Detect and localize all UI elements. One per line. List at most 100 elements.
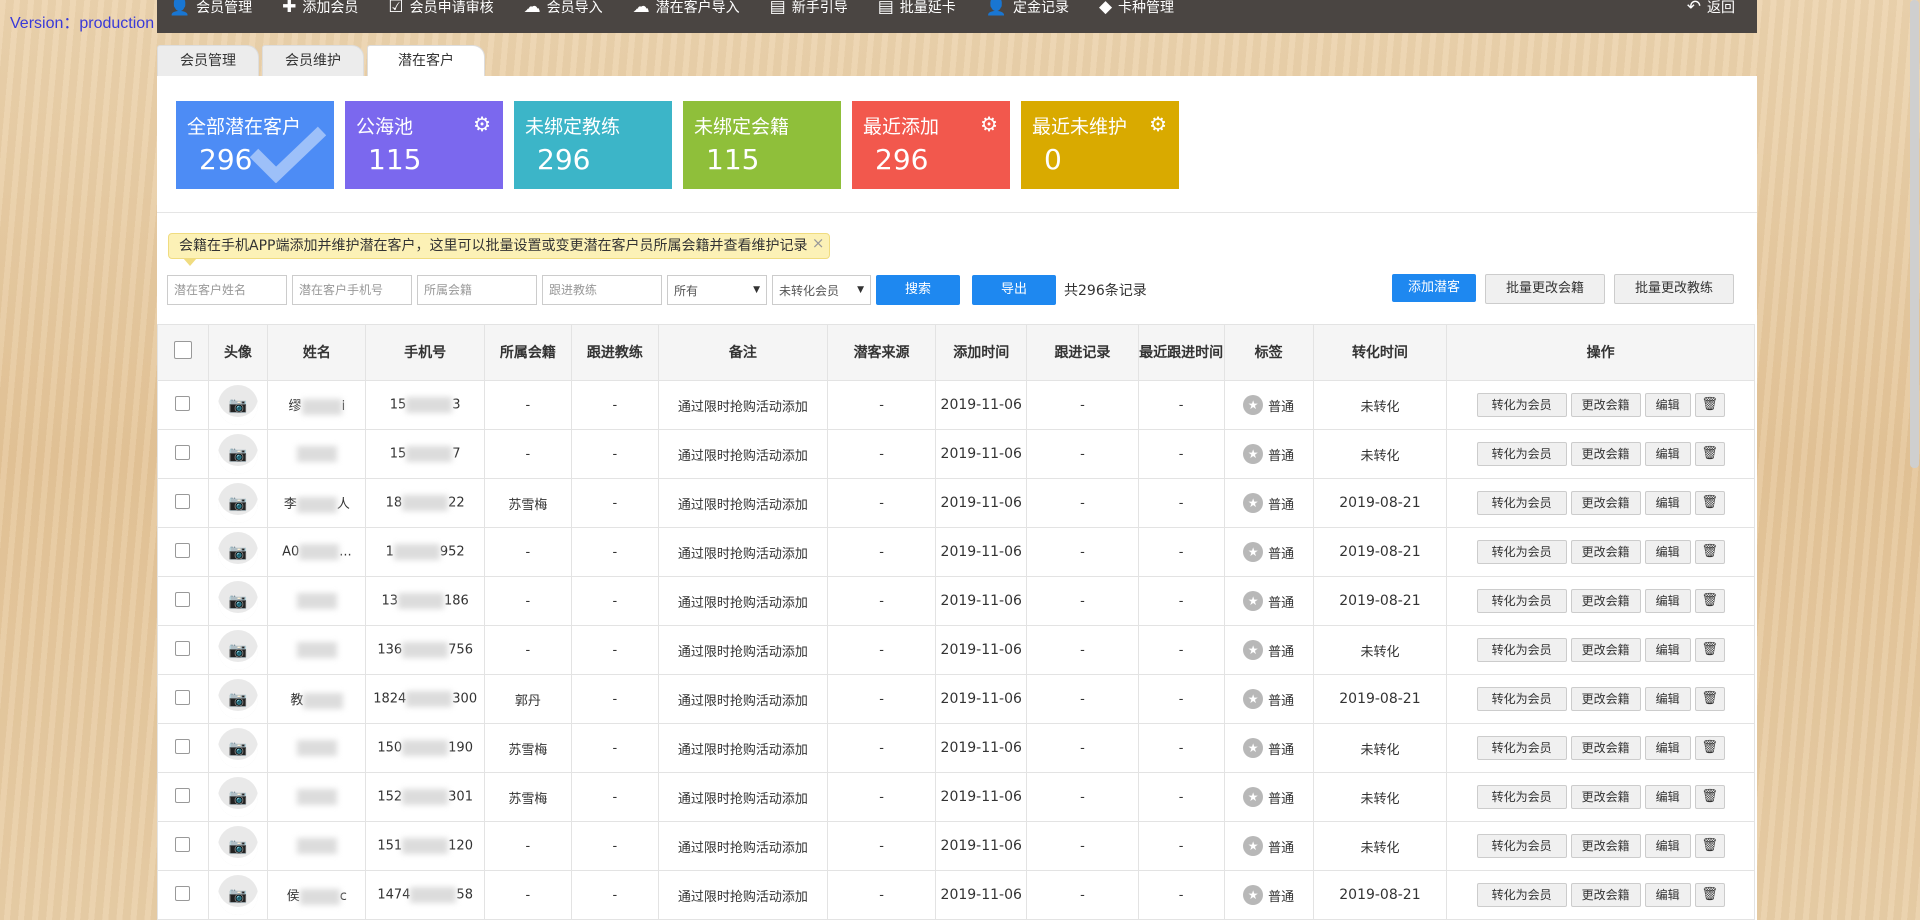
- conversion-select[interactable]: 未转化会员 ▼: [772, 275, 871, 305]
- change-membership-button[interactable]: 更改会籍: [1570, 491, 1641, 515]
- batch-membership-button[interactable]: 批量更改会籍: [1484, 274, 1605, 304]
- trash-icon[interactable]: 🗑: [1694, 638, 1725, 662]
- tab-0[interactable]: 会员管理: [157, 45, 259, 77]
- trash-icon[interactable]: 🗑: [1694, 687, 1725, 711]
- gear-icon[interactable]: ⚙: [473, 112, 491, 136]
- camera-icon[interactable]: 📷: [217, 875, 258, 915]
- camera-icon[interactable]: 📷: [217, 483, 258, 523]
- export-button[interactable]: 导出: [972, 275, 1056, 305]
- tag-badge[interactable]: ★ 普通: [1243, 738, 1294, 758]
- row-checkbox[interactable]: [175, 787, 191, 803]
- tab-2[interactable]: 潜在客户: [367, 45, 485, 77]
- row-checkbox[interactable]: [175, 738, 191, 754]
- convert-to-member-button[interactable]: 转化为会员: [1476, 589, 1567, 613]
- convert-to-member-button[interactable]: 转化为会员: [1476, 638, 1567, 662]
- scope-select[interactable]: 所有 ▼: [667, 275, 767, 305]
- camera-icon[interactable]: 📷: [217, 679, 258, 719]
- phone-search-input[interactable]: [292, 275, 412, 305]
- toolbar-item-1[interactable]: ✚ 添加会员: [282, 0, 358, 23]
- trash-icon[interactable]: 🗑: [1694, 442, 1725, 466]
- change-membership-button[interactable]: 更改会籍: [1570, 687, 1641, 711]
- camera-icon[interactable]: 📷: [217, 581, 258, 621]
- convert-to-member-button[interactable]: 转化为会员: [1476, 540, 1567, 564]
- change-membership-button[interactable]: 更改会籍: [1570, 393, 1641, 417]
- convert-to-member-button[interactable]: 转化为会员: [1476, 785, 1567, 809]
- edit-button[interactable]: 编辑: [1644, 883, 1691, 907]
- gear-icon[interactable]: ⚙: [980, 112, 998, 136]
- batch-coach-button[interactable]: 批量更改教练: [1613, 274, 1734, 304]
- row-checkbox[interactable]: [175, 885, 191, 901]
- edit-button[interactable]: 编辑: [1644, 589, 1691, 613]
- change-membership-button[interactable]: 更改会籍: [1570, 638, 1641, 662]
- trash-icon[interactable]: 🗑: [1694, 393, 1725, 417]
- tag-badge[interactable]: ★ 普通: [1243, 493, 1294, 513]
- stat-card[interactable]: 全部潜在客户 296: [176, 101, 334, 189]
- toolbar-item-5[interactable]: ▤ 新手引导: [770, 0, 848, 23]
- row-checkbox[interactable]: [175, 640, 191, 656]
- table-row[interactable]: 📷 136 756- - 通过限时抢购活动添加 -2019-11-06- - ★ 普通 未转化 转化…: [157, 625, 1755, 675]
- tag-badge[interactable]: ★ 普通: [1243, 591, 1294, 611]
- trash-icon[interactable]: 🗑: [1694, 589, 1725, 613]
- edit-button[interactable]: 编辑: [1644, 442, 1691, 466]
- tag-badge[interactable]: ★ 普通: [1243, 444, 1294, 464]
- table-row[interactable]: 📷 152 301 苏雪梅 - 通过限时抢购活动添加 -2019-11-06- - ★ 普通 未转化…: [157, 772, 1755, 822]
- back-button[interactable]: ↶ 返回: [1687, 0, 1735, 23]
- camera-icon[interactable]: 📷: [217, 728, 258, 768]
- edit-button[interactable]: 编辑: [1644, 393, 1691, 417]
- trash-icon[interactable]: 🗑: [1694, 785, 1725, 809]
- camera-icon[interactable]: 📷: [217, 385, 258, 425]
- edit-button[interactable]: 编辑: [1644, 687, 1691, 711]
- toolbar-item-3[interactable]: ☁ 会员导入: [524, 0, 603, 23]
- convert-to-member-button[interactable]: 转化为会员: [1476, 442, 1567, 466]
- convert-to-member-button[interactable]: 转化为会员: [1476, 736, 1567, 760]
- name-search-input[interactable]: [167, 275, 287, 305]
- header-select-all[interactable]: [157, 324, 209, 381]
- row-checkbox[interactable]: [175, 395, 191, 411]
- scrollbar-thumb[interactable]: [1910, 0, 1919, 468]
- edit-button[interactable]: 编辑: [1644, 491, 1691, 515]
- tab-1[interactable]: 会员维护: [262, 45, 364, 77]
- stat-card[interactable]: 未绑定教练 296: [514, 101, 672, 189]
- select-all-checkbox[interactable]: [173, 341, 192, 359]
- edit-button[interactable]: 编辑: [1644, 736, 1691, 760]
- change-membership-button[interactable]: 更改会籍: [1570, 736, 1641, 760]
- toolbar-item-2[interactable]: ☑ 会员申请审核: [388, 0, 493, 23]
- coach-search-input[interactable]: [542, 275, 662, 305]
- trash-icon[interactable]: 🗑: [1694, 834, 1725, 858]
- camera-icon[interactable]: 📷: [217, 777, 258, 817]
- convert-to-member-button[interactable]: 转化为会员: [1476, 393, 1567, 417]
- change-membership-button[interactable]: 更改会籍: [1570, 589, 1641, 613]
- trash-icon[interactable]: 🗑: [1694, 883, 1725, 907]
- gear-icon[interactable]: ⚙: [1149, 112, 1167, 136]
- convert-to-member-button[interactable]: 转化为会员: [1476, 834, 1567, 858]
- tag-badge[interactable]: ★ 普通: [1243, 689, 1294, 709]
- tag-badge[interactable]: ★ 普通: [1243, 885, 1294, 905]
- row-checkbox[interactable]: [175, 444, 191, 460]
- trash-icon[interactable]: 🗑: [1694, 540, 1725, 564]
- close-icon[interactable]: ×: [812, 231, 825, 255]
- edit-button[interactable]: 编辑: [1644, 785, 1691, 809]
- table-row[interactable]: 📷 侯 c 1474 58- - 通过限时抢购活动添加 -2019-11-06- - ★ 普通 201…: [157, 870, 1755, 920]
- table-row[interactable]: 📷 151 120- - 通过限时抢购活动添加 -2019-11-06- - ★ 普通 未转化 转化…: [157, 821, 1755, 871]
- edit-button[interactable]: 编辑: [1644, 638, 1691, 662]
- tag-badge[interactable]: ★ 普通: [1243, 787, 1294, 807]
- convert-to-member-button[interactable]: 转化为会员: [1476, 883, 1567, 907]
- camera-icon[interactable]: 📷: [217, 630, 258, 670]
- table-row[interactable]: 📷 A0... 1 952- - 通过限时抢购活动添加 -2019-11-06- - ★ 普通 20…: [157, 527, 1755, 577]
- row-checkbox[interactable]: [175, 689, 191, 705]
- row-checkbox[interactable]: [175, 542, 191, 558]
- table-row[interactable]: 📷 150 190 苏雪梅 - 通过限时抢购活动添加 -2019-11-06- - ★ 普通 未转化…: [157, 723, 1755, 773]
- row-checkbox[interactable]: [175, 493, 191, 509]
- row-checkbox[interactable]: [175, 836, 191, 852]
- add-prospect-button[interactable]: 添加潜客: [1391, 274, 1476, 302]
- stat-card[interactable]: 公海池 115 ⚙: [345, 101, 503, 189]
- toolbar-item-8[interactable]: ◆ 卡种管理: [1099, 0, 1174, 23]
- convert-to-member-button[interactable]: 转化为会员: [1476, 687, 1567, 711]
- camera-icon[interactable]: 📷: [217, 532, 258, 572]
- trash-icon[interactable]: 🗑: [1694, 491, 1725, 515]
- camera-icon[interactable]: 📷: [217, 826, 258, 866]
- tag-badge[interactable]: ★ 普通: [1243, 836, 1294, 856]
- table-row[interactable]: 📷 李人 18 22 苏雪梅 - 通过限时抢购活动添加 -2019-11-06- - ★ 普通 201…: [157, 478, 1755, 528]
- stat-card[interactable]: 未绑定会籍 115: [683, 101, 841, 189]
- stat-card[interactable]: 最近未维护 0 ⚙: [1021, 101, 1179, 189]
